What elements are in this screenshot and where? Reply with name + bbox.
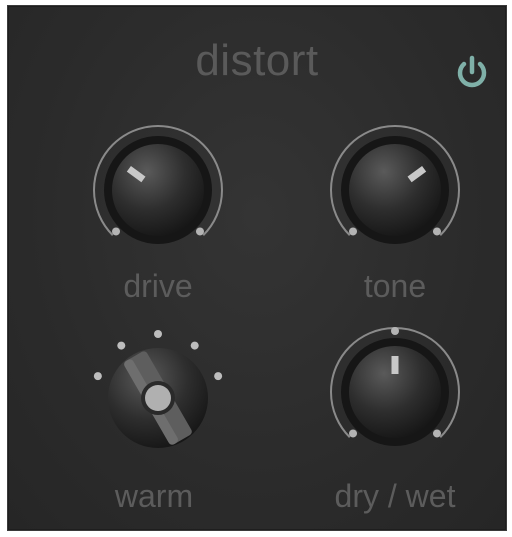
scale-dot <box>195 227 204 236</box>
step-dot <box>117 341 126 350</box>
scale-dot <box>112 227 121 236</box>
step-dot <box>190 341 199 350</box>
knob-body <box>349 144 441 236</box>
knob-body <box>112 144 204 236</box>
dry-wet-knob[interactable] <box>323 320 467 464</box>
step-dot <box>93 372 102 381</box>
scale-dot <box>432 227 441 236</box>
distort-plugin-panel: distort drive tone warm dry / wet <box>8 6 506 530</box>
step-dot <box>214 372 223 381</box>
power-icon[interactable] <box>450 50 494 94</box>
scale-dot <box>349 429 358 438</box>
drive-label: drive <box>123 268 193 304</box>
scale-dot <box>349 227 358 236</box>
warm-label: warm <box>114 478 194 514</box>
scale-dot <box>391 327 399 335</box>
plugin-title: distort <box>195 36 319 85</box>
scale-dot <box>432 429 441 438</box>
warm-switch[interactable] <box>86 316 230 460</box>
drive-knob[interactable] <box>86 118 230 262</box>
dry-wet-label: dry / wet <box>334 478 456 514</box>
step-dot <box>154 330 162 338</box>
switch-hub <box>145 385 171 411</box>
tone-knob[interactable] <box>323 118 467 262</box>
tone-label: tone <box>363 268 427 304</box>
